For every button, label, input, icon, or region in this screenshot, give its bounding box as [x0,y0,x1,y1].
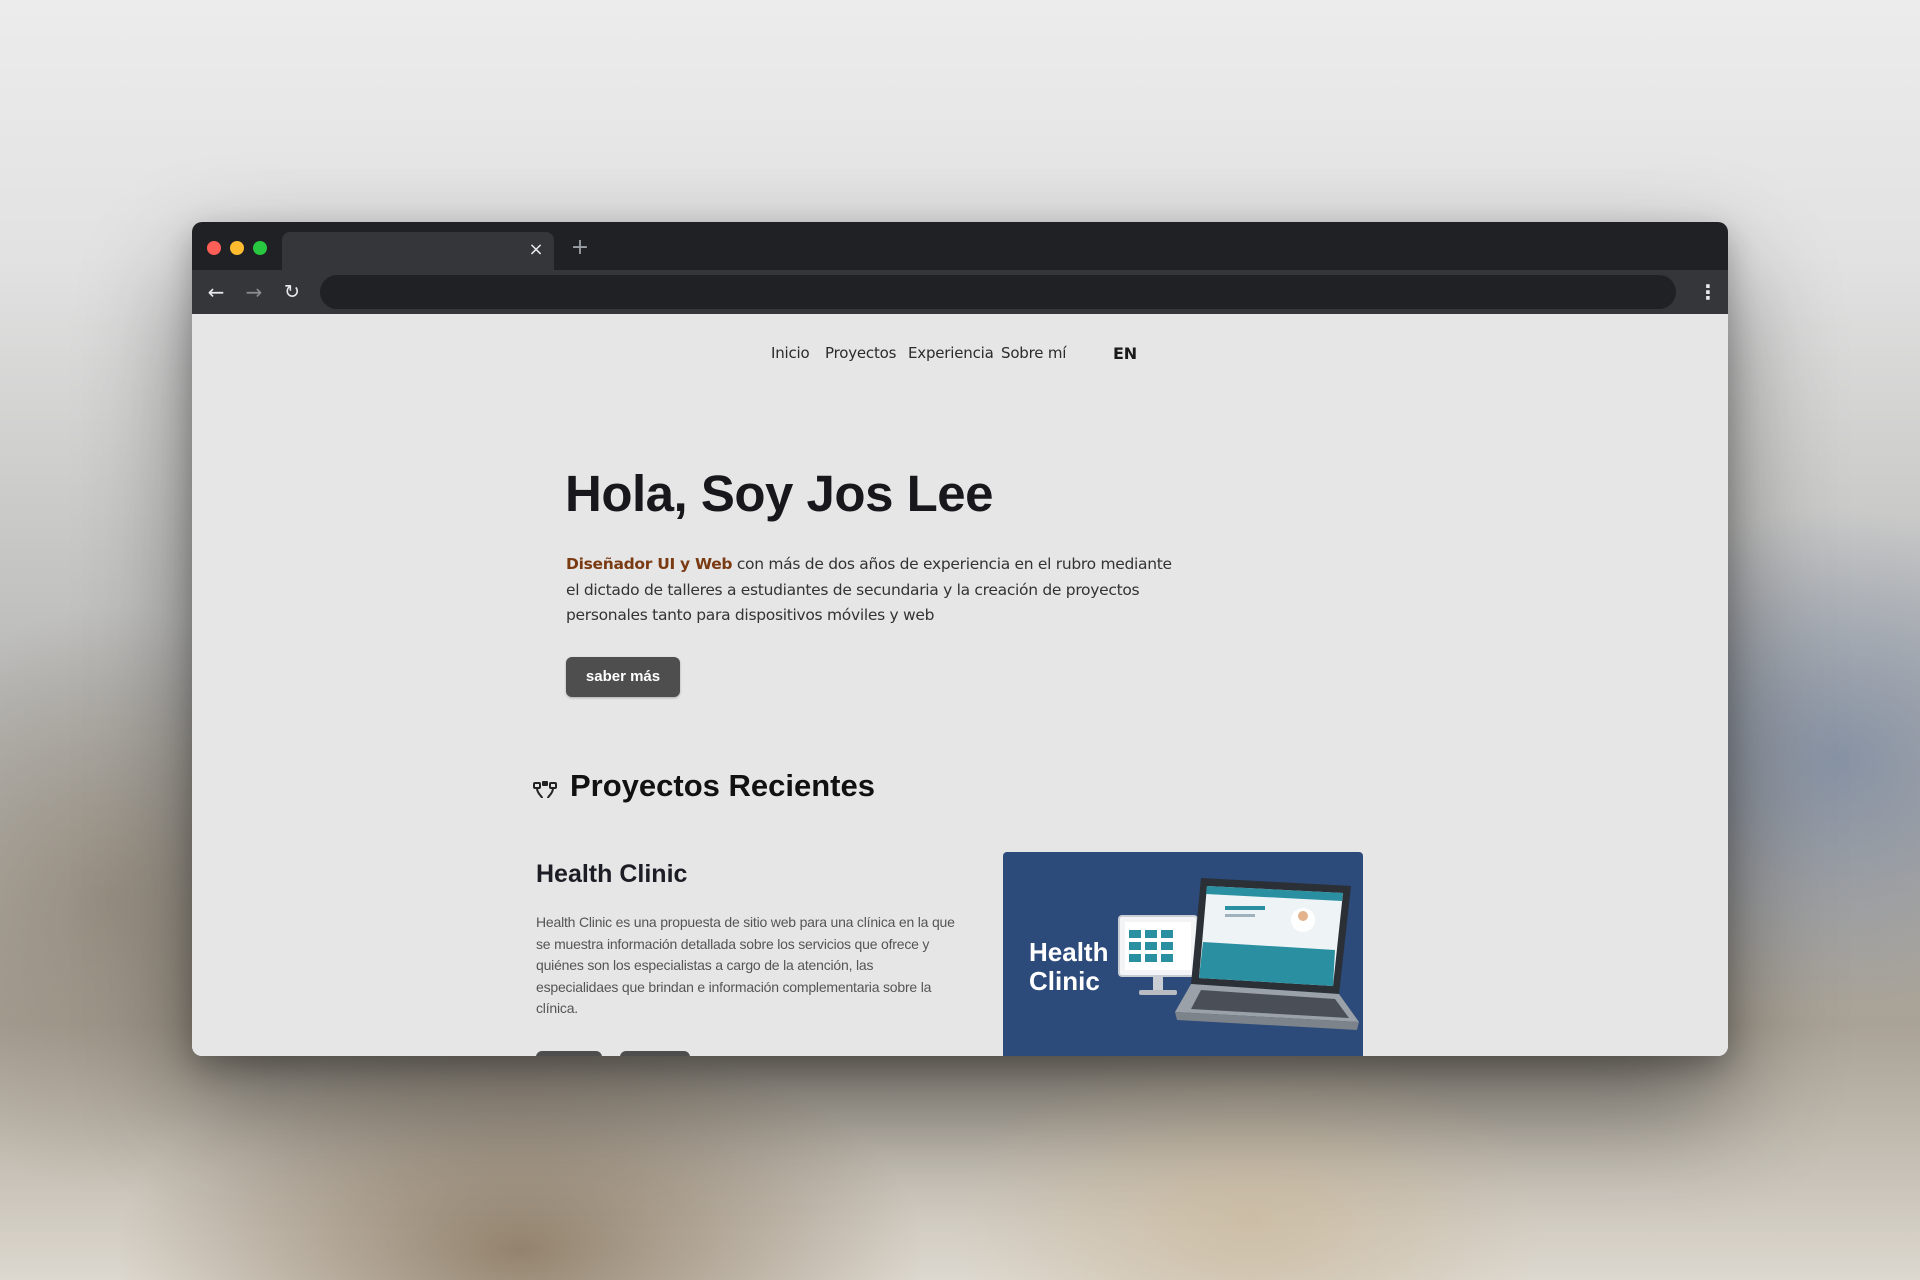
reload-icon[interactable]: ↻ [278,278,306,306]
active-tab[interactable]: × [282,232,554,270]
address-bar[interactable] [320,275,1676,309]
kebab-menu-icon[interactable]: ⋮ [1698,278,1718,306]
close-window-button[interactable] [207,241,221,255]
language-toggle[interactable]: EN [1113,344,1137,363]
saber-mas-button[interactable]: saber más [566,657,680,697]
project-button-1[interactable] [536,1051,602,1056]
section-title: Proyectos Recientes [570,768,875,803]
bezier-curve-icon [533,781,557,799]
browser-window: × + ← → ↻ ⋮ Inicio Proyectos Experiencia… [192,222,1728,1056]
nav-link-experiencia[interactable]: Experiencia [908,344,994,362]
browser-toolbar: ← → ↻ ⋮ [192,270,1728,314]
forward-arrow-icon[interactable]: → [240,278,268,306]
zoom-window-button[interactable] [253,241,267,255]
hero-title: Hola, Soy Jos Lee [565,465,994,522]
minimize-window-button[interactable] [230,241,244,255]
new-tab-icon[interactable]: + [568,236,592,260]
nav-link-proyectos[interactable]: Proyectos [825,344,896,362]
project-thumbnail[interactable]: Health Clinic [1003,852,1363,1056]
nav-link-inicio[interactable]: Inicio [771,344,810,362]
devices-mockup-icon [1118,878,1359,1030]
back-arrow-icon[interactable]: ← [202,278,230,306]
project-title: Health Clinic [536,860,688,888]
hero-description: Diseñador UI y Web con más de dos años d… [566,552,1176,629]
page-viewport: Inicio Proyectos Experiencia Sobre mí EN… [192,314,1728,1056]
site-nav: Inicio Proyectos Experiencia Sobre mí EN [192,344,1728,368]
nav-link-sobre-mi[interactable]: Sobre mí [1001,344,1066,362]
hero-highlight: Diseñador UI y Web [566,555,733,573]
close-tab-icon[interactable]: × [526,240,546,260]
project-button-2[interactable] [620,1051,690,1056]
thumbnail-title: Health Clinic [1029,937,1109,996]
project-description: Health Clinic es una propuesta de sitio … [536,914,955,1016]
tab-bar: × + [192,222,1728,270]
